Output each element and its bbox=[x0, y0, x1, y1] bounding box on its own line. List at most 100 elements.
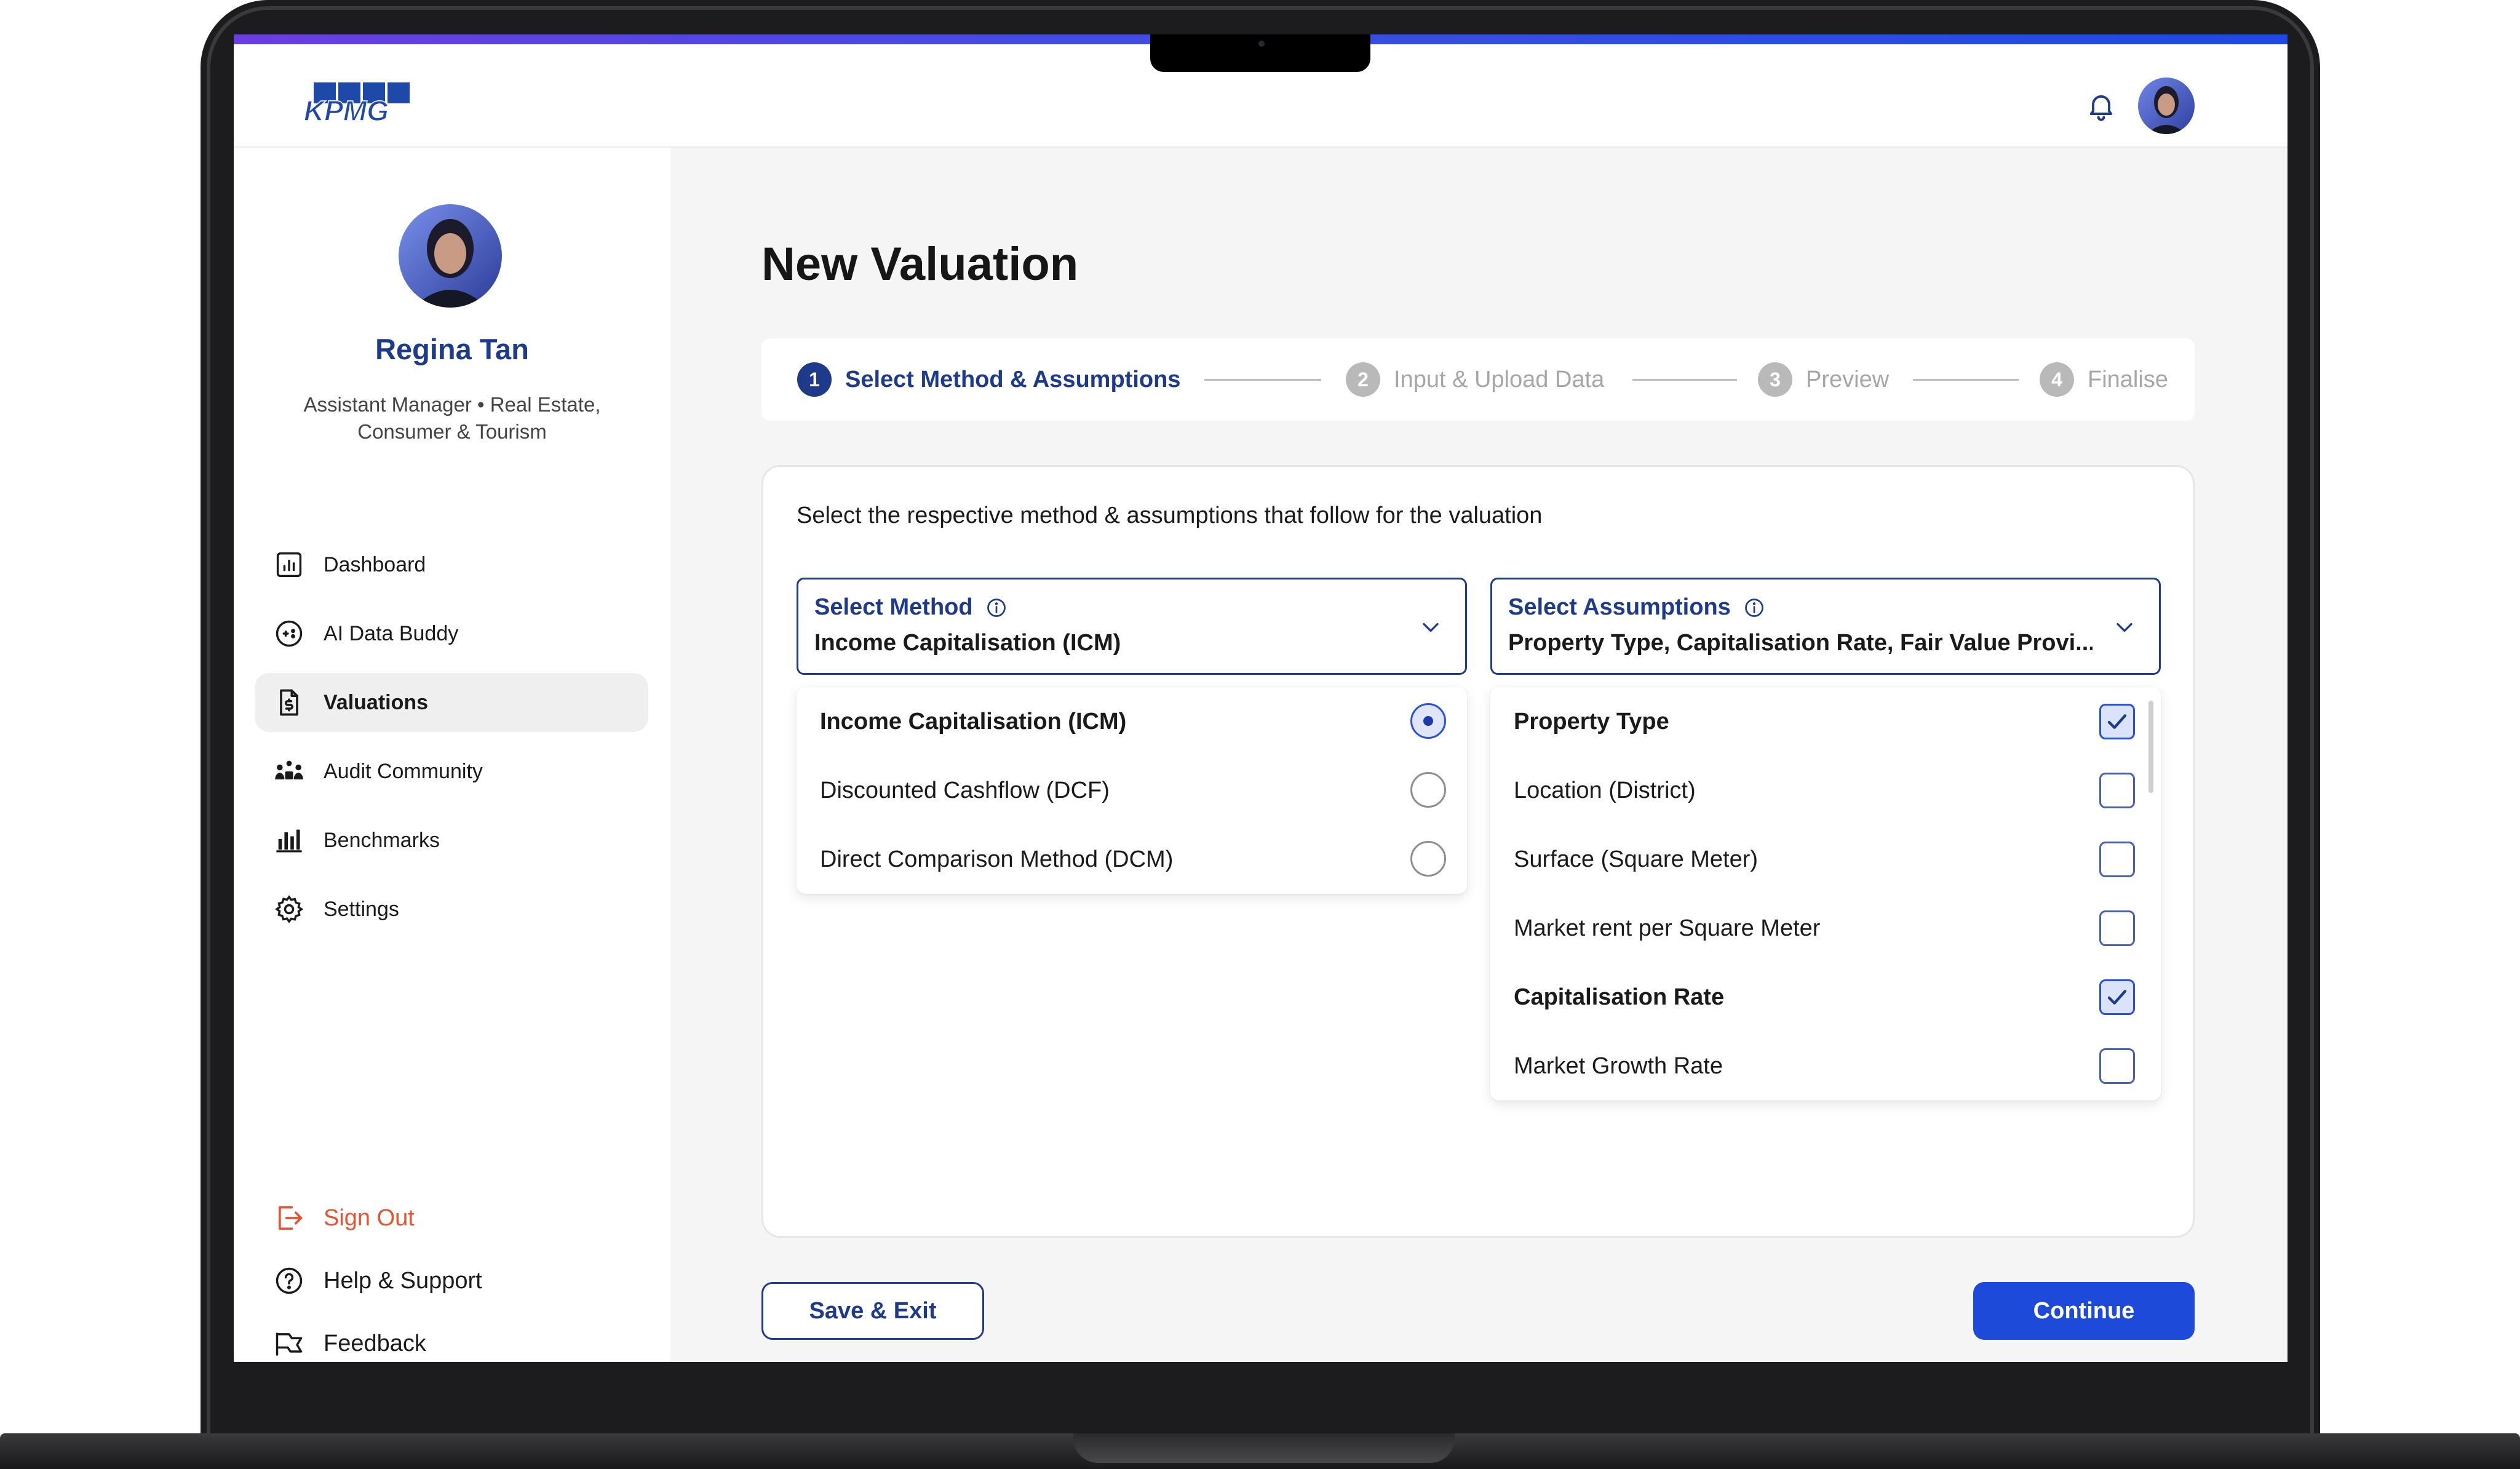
community-icon bbox=[275, 760, 303, 779]
user-avatar[interactable] bbox=[2138, 78, 2195, 134]
kpmg-logo[interactable]: KPMG bbox=[303, 80, 413, 123]
method-option[interactable]: Direct Comparison Method (DCM) bbox=[797, 825, 1467, 894]
logo-text: KPMG bbox=[304, 95, 389, 123]
step-connector bbox=[1632, 379, 1737, 381]
profile-avatar bbox=[399, 204, 502, 308]
document-dollar-icon bbox=[280, 689, 298, 716]
radio-unselected[interactable] bbox=[1410, 772, 1446, 808]
megaphone-icon bbox=[276, 1332, 303, 1356]
method-option-label: Discounted Cashflow (DCF) bbox=[820, 777, 1110, 803]
feedback-link[interactable]: Feedback bbox=[255, 1319, 648, 1362]
chart-icon bbox=[276, 552, 302, 578]
method-option[interactable]: Discounted Cashflow (DCF) bbox=[797, 756, 1467, 825]
step-4[interactable]: 4 Finalise bbox=[2040, 362, 2168, 397]
valuation-card: Select the respective method & assumptio… bbox=[761, 465, 2195, 1238]
method-select-label-row: Select Method bbox=[814, 594, 1008, 621]
chevron-down-icon[interactable] bbox=[2111, 614, 2138, 641]
method-select[interactable]: Select Method Income Capitalisation (ICM… bbox=[797, 578, 1467, 675]
assumption-option-label: Capitalisation Rate bbox=[1514, 984, 1725, 1010]
method-dropdown: Income Capitalisation (ICM) Discounted C… bbox=[797, 687, 1467, 894]
radio-selected[interactable] bbox=[1410, 703, 1446, 739]
continue-button[interactable]: Continue bbox=[1973, 1282, 2195, 1340]
chevron-down-icon[interactable] bbox=[1417, 614, 1444, 641]
bar-chart-icon bbox=[276, 829, 302, 853]
assumption-option-label: Market Growth Rate bbox=[1514, 1053, 1723, 1079]
gear-icon bbox=[275, 895, 304, 923]
checkbox-unchecked[interactable] bbox=[2099, 773, 2135, 808]
step-number: 4 bbox=[2040, 362, 2074, 397]
check-icon bbox=[2107, 714, 2127, 729]
dropdown-scrollbar[interactable] bbox=[2148, 701, 2153, 793]
instructions-text: Select the respective method & assumptio… bbox=[797, 503, 1543, 528]
step-connector bbox=[1913, 379, 2019, 381]
step-label: Finalise bbox=[2088, 366, 2168, 392]
profile-role: Assistant Manager • Real Estate, Consume… bbox=[303, 393, 601, 443]
sign-out-button[interactable]: Sign Out bbox=[255, 1193, 648, 1243]
checkbox-checked[interactable] bbox=[2099, 979, 2135, 1015]
info-icon[interactable] bbox=[1743, 597, 1765, 619]
check-icon bbox=[2107, 990, 2127, 1005]
sidebar: Regina Tan Assistant Manager • Real Esta… bbox=[234, 148, 670, 1362]
sign-out-icon bbox=[278, 1206, 303, 1230]
radio-unselected[interactable] bbox=[1410, 841, 1446, 877]
step-label: Select Method & Assumptions bbox=[845, 366, 1181, 392]
method-option[interactable]: Income Capitalisation (ICM) bbox=[797, 687, 1467, 756]
sidebar-item-ai-data-buddy[interactable]: AI Data Buddy bbox=[255, 604, 648, 663]
assumption-option-label: Location (District) bbox=[1514, 777, 1696, 803]
method-select-label: Select Method bbox=[814, 594, 973, 620]
sidebar-item-label: Benchmarks bbox=[324, 828, 440, 852]
app-screen: KPMG Regina Tan Assistant Manager • Real… bbox=[234, 34, 2287, 1362]
assumptions-dropdown: Property Type Location (District) Surfac… bbox=[1490, 687, 2161, 1101]
step-2[interactable]: 2 Input & Upload Data bbox=[1346, 362, 1604, 397]
assumption-option[interactable]: Property Type bbox=[1490, 687, 2161, 756]
step-label: Preview bbox=[1806, 366, 1890, 392]
assumptions-select[interactable]: Select Assumptions Property Type, Capita… bbox=[1490, 578, 2161, 675]
info-icon[interactable] bbox=[985, 597, 1008, 619]
assumption-option[interactable]: Capitalisation Rate bbox=[1490, 963, 2161, 1032]
bell-icon[interactable] bbox=[2085, 90, 2117, 122]
step-number: 1 bbox=[797, 362, 832, 397]
step-number: 3 bbox=[1758, 362, 1792, 397]
sidebar-item-benchmarks[interactable]: Benchmarks bbox=[255, 811, 648, 870]
help-support-link[interactable]: Help & Support bbox=[255, 1256, 648, 1305]
method-option-label: Income Capitalisation (ICM) bbox=[820, 708, 1127, 734]
assumption-option[interactable]: Location (District) bbox=[1490, 756, 2161, 825]
sidebar-item-valuations[interactable]: Valuations bbox=[255, 673, 648, 732]
checkbox-unchecked[interactable] bbox=[2099, 910, 2135, 946]
assumption-option[interactable]: Market rent per Square Meter bbox=[1490, 894, 2161, 963]
laptop-hinge bbox=[1073, 1433, 1455, 1463]
sidebar-item-dashboard[interactable]: Dashboard bbox=[255, 535, 648, 594]
page-title: New Valuation bbox=[761, 238, 1079, 290]
method-select-value: Income Capitalisation (ICM) bbox=[814, 630, 1121, 656]
sidebar-item-label: Audit Community bbox=[324, 759, 483, 783]
sidebar-item-label: Settings bbox=[324, 897, 399, 921]
assumption-option[interactable]: Surface (Square Meter) bbox=[1490, 825, 2161, 894]
camera-lens bbox=[1258, 41, 1265, 47]
assumption-option[interactable]: Market Growth Rate bbox=[1490, 1032, 2161, 1101]
step-label: Input & Upload Data bbox=[1394, 366, 1605, 392]
sign-out-label: Sign Out bbox=[324, 1204, 415, 1231]
sidebar-item-label: Valuations bbox=[324, 690, 429, 714]
step-connector bbox=[1204, 379, 1321, 381]
checkbox-unchecked[interactable] bbox=[2099, 842, 2135, 877]
help-support-label: Help & Support bbox=[324, 1267, 482, 1294]
save-exit-button[interactable]: Save & Exit bbox=[761, 1282, 984, 1340]
assumption-option-label: Surface (Square Meter) bbox=[1514, 846, 1759, 872]
checkbox-unchecked[interactable] bbox=[2099, 1048, 2135, 1084]
assumption-option-label: Property Type bbox=[1514, 708, 1669, 734]
assumptions-select-label: Select Assumptions bbox=[1508, 594, 1731, 620]
step-number: 2 bbox=[1346, 362, 1380, 397]
ai-icon bbox=[276, 620, 303, 647]
step-3[interactable]: 3 Preview bbox=[1758, 362, 1889, 397]
sidebar-item-audit-community[interactable]: Audit Community bbox=[255, 742, 648, 801]
step-1[interactable]: 1 Select Method & Assumptions bbox=[797, 362, 1180, 397]
method-option-label: Direct Comparison Method (DCM) bbox=[820, 846, 1174, 872]
sidebar-item-label: AI Data Buddy bbox=[324, 621, 459, 645]
checkbox-checked[interactable] bbox=[2099, 704, 2135, 739]
assumptions-select-value: Property Type, Capitalisation Rate, Fair… bbox=[1508, 630, 2093, 656]
sidebar-item-label: Dashboard bbox=[324, 552, 426, 576]
assumptions-select-label-row: Select Assumptions bbox=[1508, 594, 1765, 621]
help-icon bbox=[276, 1267, 303, 1294]
sidebar-item-settings[interactable]: Settings bbox=[255, 880, 648, 939]
profile-name: Regina Tan bbox=[375, 333, 529, 365]
